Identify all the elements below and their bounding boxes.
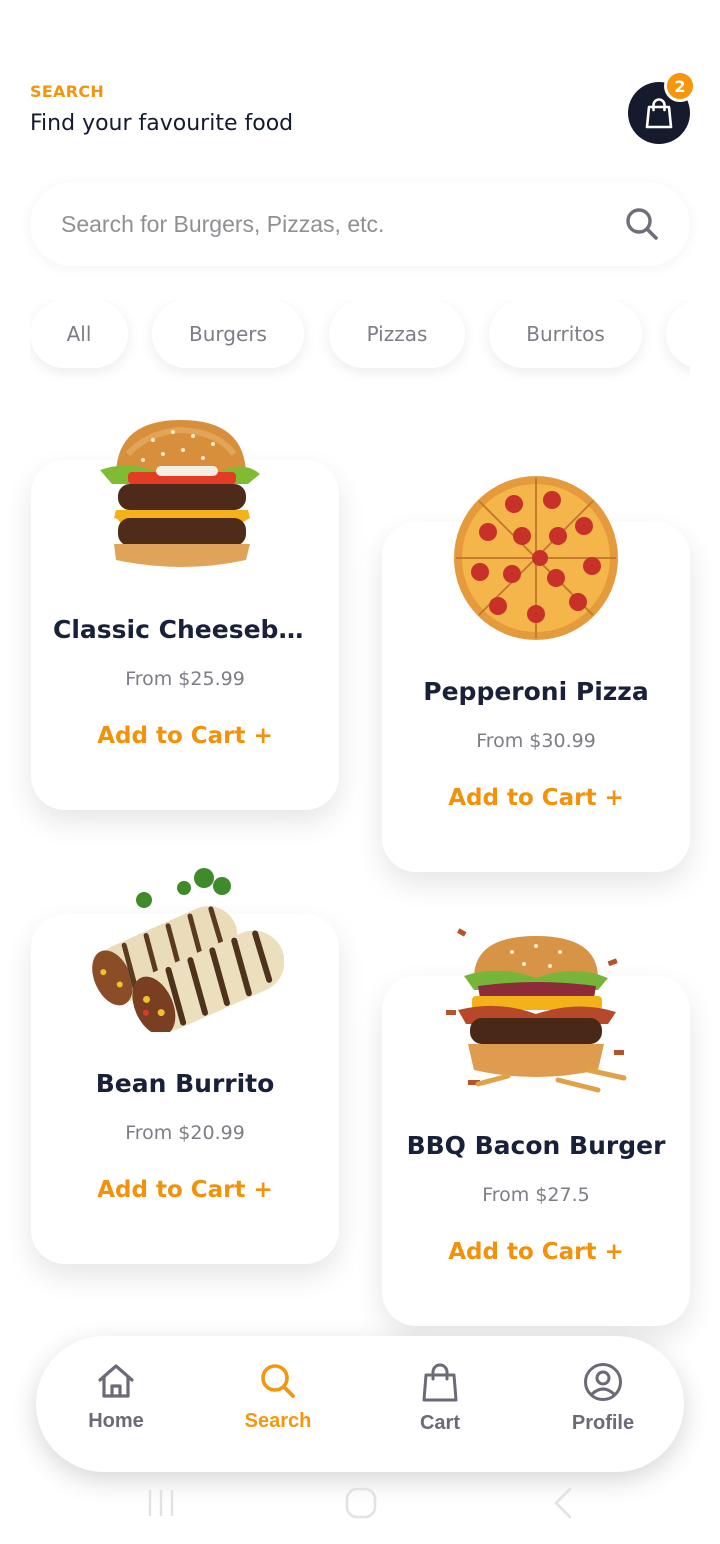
chip-label: Burritos: [526, 322, 605, 346]
nav-item-cart[interactable]: Cart: [380, 1362, 500, 1435]
add-to-cart-button[interactable]: Add to Cart +: [382, 1239, 690, 1265]
product-name: Pepperoni Pizza: [423, 677, 649, 706]
system-nav-bar: [0, 1478, 720, 1544]
product-price: From $25.99: [125, 668, 245, 690]
cheeseburger-image: [100, 420, 260, 567]
category-chip-burgers[interactable]: Burgers: [152, 300, 304, 368]
user-circle-icon: [584, 1363, 622, 1401]
cart-button[interactable]: 2: [628, 70, 696, 144]
recent-apps-icon[interactable]: [146, 1488, 176, 1518]
nav-label: Profile: [571, 1412, 635, 1434]
nav-label: Home: [88, 1410, 144, 1432]
product-price: From $30.99: [476, 730, 596, 752]
category-chip-pizzas[interactable]: Pizzas: [329, 300, 465, 368]
product-name: BBQ Bacon Burger: [406, 1131, 666, 1160]
search-input[interactable]: [61, 210, 601, 238]
add-to-cart-button[interactable]: Add to Cart +: [382, 785, 690, 811]
nav-item-search[interactable]: Search: [218, 1362, 338, 1433]
nav-label: Search: [244, 1410, 312, 1432]
page-title: Find your favourite food: [30, 111, 294, 136]
bean-burrito-image: [92, 868, 284, 1032]
search-icon: [261, 1364, 295, 1398]
bottom-nav: Home Search Cart Profile: [36, 1336, 684, 1472]
shopping-bag-icon: [422, 1363, 458, 1402]
page-header: SEARCH Find your favourite food: [30, 82, 293, 136]
pepperoni-pizza-image: [454, 476, 618, 640]
bbq-bacon-burger-image: [446, 928, 627, 1093]
add-to-cart-button[interactable]: Add to Cart +: [31, 723, 339, 749]
category-chips: All Burgers Pizzas Burritos: [30, 300, 690, 380]
add-to-cart-button[interactable]: Add to Cart +: [31, 1177, 339, 1203]
category-chip-all[interactable]: All: [30, 300, 128, 368]
category-chip-burritos[interactable]: Burritos: [489, 300, 642, 368]
nav-item-home[interactable]: Home: [56, 1362, 176, 1433]
home-icon: [98, 1364, 134, 1398]
nav-item-profile[interactable]: Profile: [543, 1362, 663, 1435]
category-chip-more[interactable]: [666, 300, 690, 368]
back-icon[interactable]: [550, 1486, 576, 1520]
search-icon: [626, 208, 658, 240]
chip-label: Burgers: [189, 322, 267, 346]
shopping-bag-icon: [645, 98, 673, 129]
product-name: Bean Burrito: [95, 1069, 275, 1098]
cart-count-badge: 2: [664, 70, 696, 102]
product-price: From $20.99: [125, 1122, 245, 1144]
home-system-icon[interactable]: [344, 1486, 378, 1520]
product-name: Classic Cheeseburger: [53, 615, 339, 644]
chip-label: All: [66, 322, 92, 346]
nav-label: Cart: [419, 1412, 460, 1434]
chip-label: Pizzas: [366, 322, 428, 346]
product-price: From $27.5: [482, 1184, 590, 1206]
page-eyebrow: SEARCH: [30, 82, 105, 101]
search-bar: [30, 182, 690, 266]
search-button[interactable]: [622, 204, 662, 244]
